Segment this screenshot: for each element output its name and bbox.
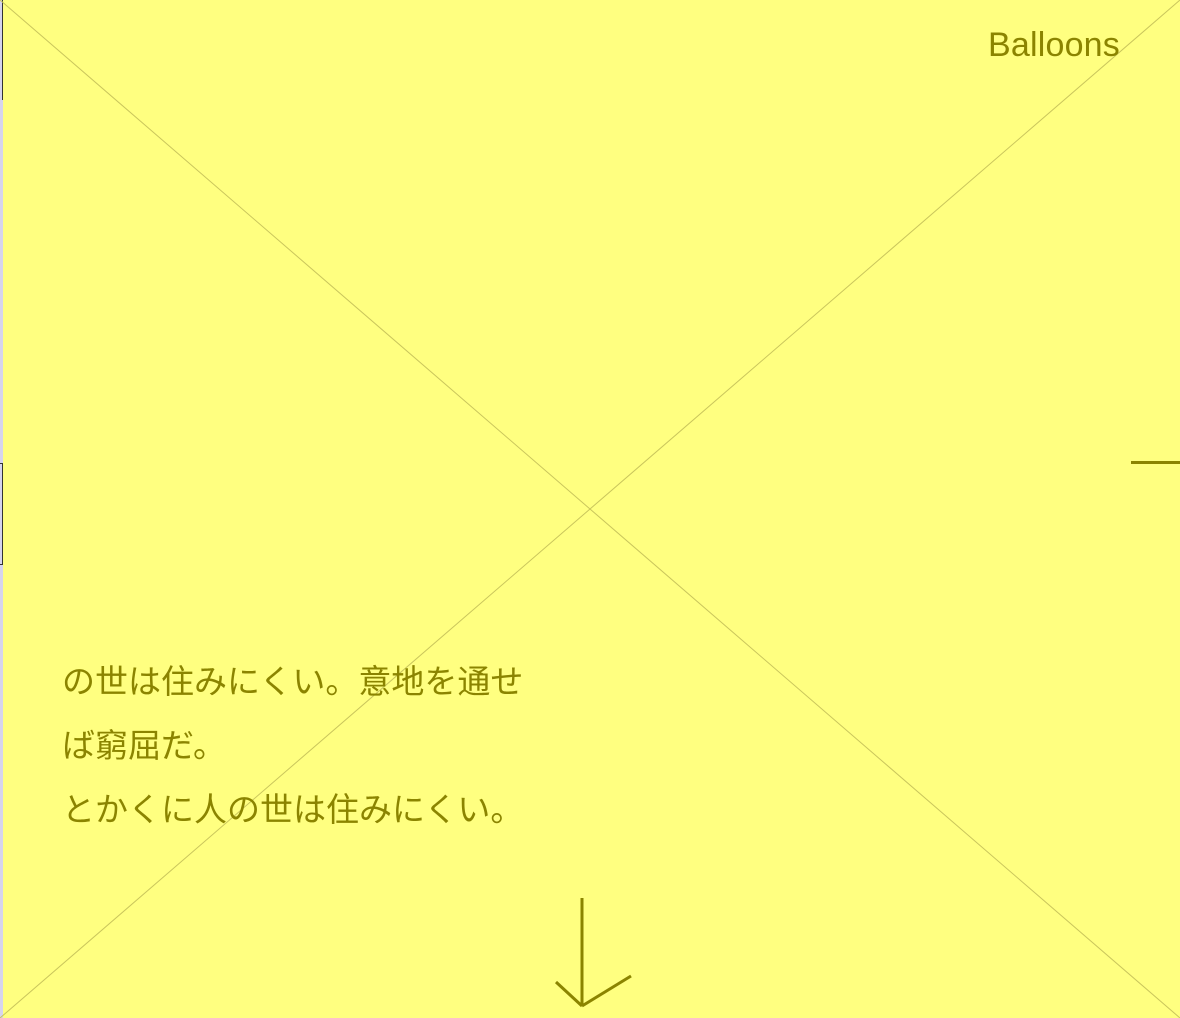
hero-text: の世は住みにくい。意地を通せ ば窮屈だ。 とかくに人の世は住みにくい。	[62, 650, 582, 842]
scroll-down-arrow-icon[interactable]	[548, 896, 638, 1014]
brand-logo-text[interactable]: Balloons	[988, 26, 1120, 65]
side-indicator-dash-icon[interactable]	[1131, 461, 1180, 464]
image-placeholder-cross	[0, 0, 1180, 1018]
hero-text-line: の世は住みにくい。意地を通せ	[62, 662, 524, 701]
hero-text-line: ば窮屈だ。	[62, 726, 227, 765]
hero-text-line: とかくに人の世は住みにくい。	[62, 790, 524, 829]
